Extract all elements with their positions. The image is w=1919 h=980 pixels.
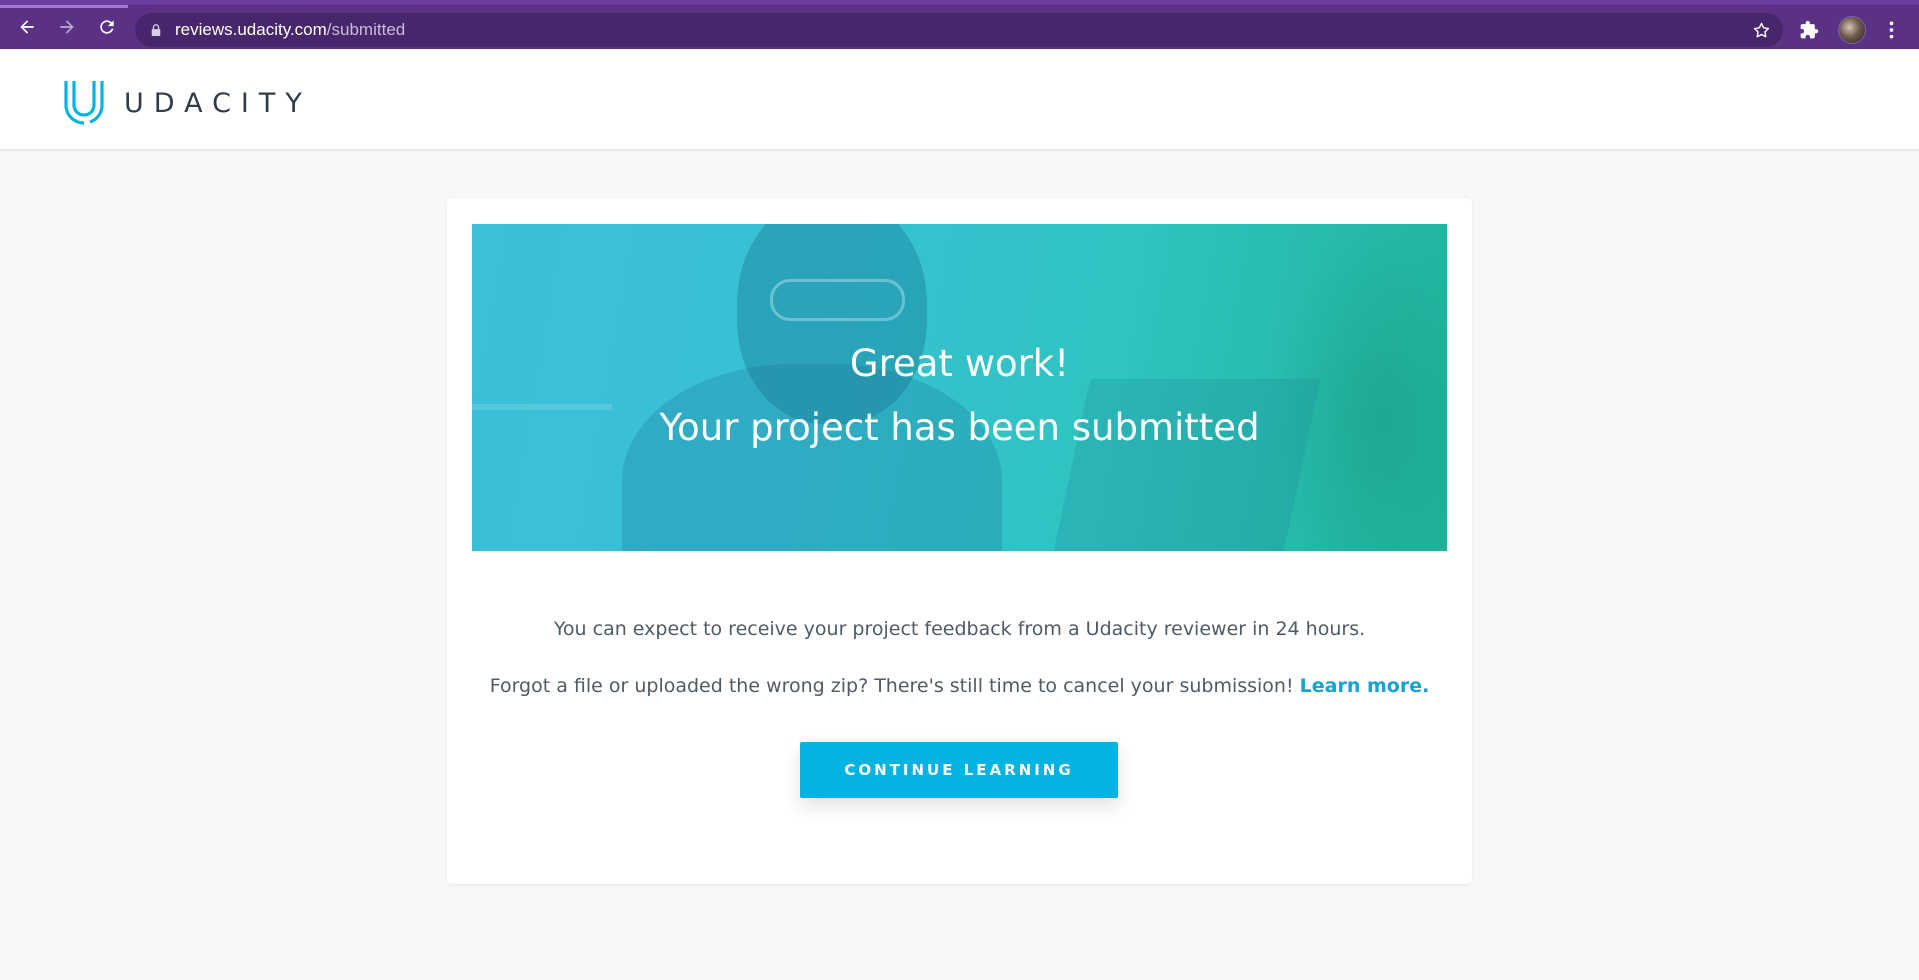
- active-tab-indicator: [0, 5, 128, 8]
- bookmark-star-icon[interactable]: [1751, 20, 1771, 40]
- address-bar[interactable]: reviews.udacity.com/submitted: [135, 13, 1783, 47]
- continue-learning-label: CONTINUE LEARNING: [844, 761, 1074, 779]
- logo-wordmark: UDACITY: [124, 88, 312, 119]
- continue-learning-button[interactable]: CONTINUE LEARNING: [800, 742, 1118, 798]
- kebab-menu-icon[interactable]: [1880, 17, 1902, 43]
- lock-icon: [149, 23, 163, 37]
- udacity-u-logo-icon: [60, 77, 108, 130]
- site-header: UDACITY: [0, 49, 1919, 150]
- cancel-message-text: Forgot a file or uploaded the wrong zip?…: [489, 675, 1300, 697]
- hero-title: Great work!: [849, 342, 1070, 385]
- hero-subtitle: Your project has been submitted: [659, 406, 1260, 449]
- udacity-logo-link[interactable]: UDACITY: [60, 77, 312, 130]
- arrow-right-icon: [57, 17, 77, 42]
- forward-button[interactable]: [52, 14, 82, 44]
- url-host: reviews.udacity.com: [175, 20, 327, 39]
- browser-toolbar: reviews.udacity.com/submitted: [0, 0, 1919, 49]
- back-button[interactable]: [12, 14, 42, 44]
- profile-avatar[interactable]: [1838, 16, 1866, 44]
- feedback-message: You can expect to receive your project f…: [553, 618, 1366, 640]
- arrow-left-icon: [17, 17, 37, 42]
- reload-button[interactable]: [92, 14, 122, 44]
- url-path: /submitted: [326, 20, 406, 39]
- cancel-message: Forgot a file or uploaded the wrong zip?…: [447, 675, 1472, 697]
- hero-banner: Great work! Your project has been submit…: [472, 224, 1447, 551]
- hero-person-head: [737, 224, 927, 424]
- hero-plant: [1272, 224, 1447, 551]
- learn-more-link[interactable]: Learn more.: [1300, 675, 1430, 697]
- submission-card: Great work! Your project has been submit…: [447, 198, 1472, 884]
- extensions-puzzle-icon[interactable]: [1797, 18, 1821, 42]
- url-text: reviews.udacity.com/submitted: [175, 20, 405, 40]
- hero-glasses: [770, 279, 905, 321]
- reload-icon: [97, 17, 117, 42]
